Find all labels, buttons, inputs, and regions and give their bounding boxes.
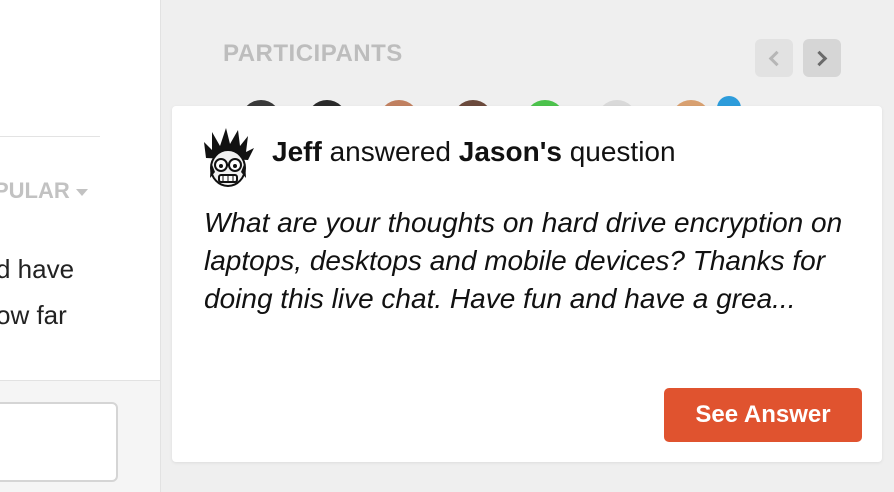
question-line: ow far [0, 300, 67, 330]
chat-page: PULAR d have ow far PARTICIPANTS Jeff an… [0, 0, 894, 492]
author-name[interactable]: Jeff [272, 136, 322, 167]
target-name[interactable]: Jason's [459, 136, 562, 167]
question-text: What are your thoughts on hard drive enc… [204, 207, 843, 314]
cartoon-avatar-icon [200, 128, 256, 188]
chevron-right-icon [811, 50, 828, 66]
participants-panel: PARTICIPANTS Jeff answered Jason's quest… [161, 0, 894, 492]
question-preview[interactable]: d have ow far [0, 246, 74, 338]
notification-header: Jeff answered Jason's question [272, 136, 676, 168]
questions-panel: PULAR d have ow far [0, 0, 161, 492]
caret-down-icon [75, 189, 88, 196]
noun-text: question [569, 136, 676, 167]
sort-dropdown[interactable]: PULAR [0, 178, 88, 204]
question-line: d have [0, 254, 75, 284]
see-answer-button[interactable]: See Answer [664, 388, 862, 442]
message-input[interactable] [0, 402, 118, 482]
chevron-left-icon [768, 50, 785, 66]
prev-button[interactable] [755, 39, 793, 77]
answer-notification-card: Jeff answered Jason's question What are … [172, 106, 882, 462]
sort-label: PULAR [0, 178, 70, 203]
divider [0, 136, 100, 137]
participants-title: PARTICIPANTS [223, 40, 403, 67]
next-button[interactable] [803, 39, 841, 77]
action-text: answered [329, 136, 451, 167]
